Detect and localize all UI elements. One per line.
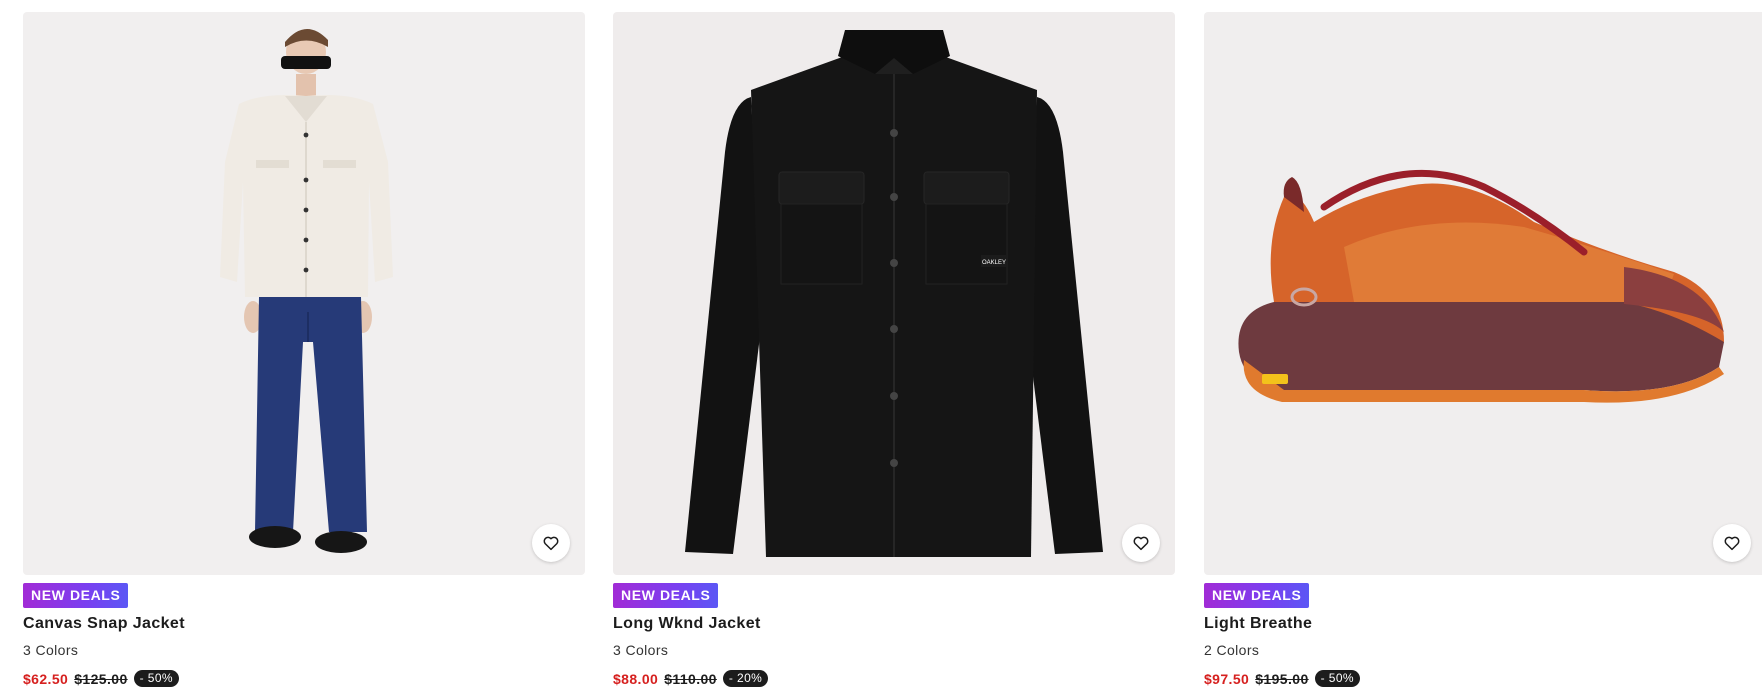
sale-price: $88.00: [613, 670, 659, 687]
original-price: $110.00: [664, 670, 717, 687]
sale-price: $62.50: [23, 670, 69, 687]
color-count: 2 Colors: [1204, 642, 1260, 658]
product-grid: NEW DEALS Canvas Snap Jacket 3 Colors $6…: [0, 0, 1762, 692]
color-count: 3 Colors: [23, 642, 79, 658]
wishlist-button[interactable]: [1122, 524, 1160, 562]
product-image[interactable]: OAKLEY: [613, 12, 1175, 575]
wishlist-button[interactable]: [1713, 524, 1751, 562]
new-deals-badge: NEW DEALS: [613, 583, 719, 608]
product-name[interactable]: Canvas Snap Jacket: [23, 615, 585, 633]
sale-price: $97.50: [1204, 670, 1250, 687]
new-deals-badge: NEW DEALS: [1204, 583, 1310, 608]
product-card[interactable]: OAKLEY NEW DEALS Long Wknd Jacket 3 Colo…: [613, 12, 1175, 687]
heart-icon: [543, 536, 559, 551]
original-price: $195.00: [1255, 670, 1309, 687]
heart-icon: [1133, 536, 1149, 551]
product-name[interactable]: Light Breathe: [1204, 615, 1762, 633]
product-photo-trail-shoe: [1238, 169, 1724, 403]
price-row: $62.50 $125.00 - 50%: [23, 670, 585, 687]
product-photo-black-jacket: OAKLEY: [685, 30, 1103, 557]
new-deals-badge: NEW DEALS: [23, 583, 129, 608]
product-photo-jacket-model: [220, 28, 393, 553]
wishlist-button[interactable]: [532, 524, 570, 562]
heart-icon: [1724, 536, 1740, 551]
product-card[interactable]: NEW DEALS Light Breathe 2 Colors $97.50 …: [1204, 12, 1762, 687]
price-row: $97.50 $195.00 - 50%: [1204, 670, 1762, 687]
product-name[interactable]: Long Wknd Jacket: [613, 615, 1175, 633]
original-price: $125.00: [74, 670, 128, 687]
discount-badge: - 50%: [133, 670, 180, 687]
discount-badge: - 50%: [1314, 670, 1361, 687]
product-card[interactable]: NEW DEALS Canvas Snap Jacket 3 Colors $6…: [23, 12, 585, 687]
price-row: $88.00 $110.00 - 20%: [613, 670, 1175, 687]
discount-badge: - 20%: [722, 670, 769, 687]
product-image[interactable]: [1204, 12, 1762, 575]
color-count: 3 Colors: [613, 642, 669, 658]
svg-text:OAKLEY: OAKLEY: [982, 260, 1006, 266]
product-image[interactable]: [23, 12, 585, 575]
